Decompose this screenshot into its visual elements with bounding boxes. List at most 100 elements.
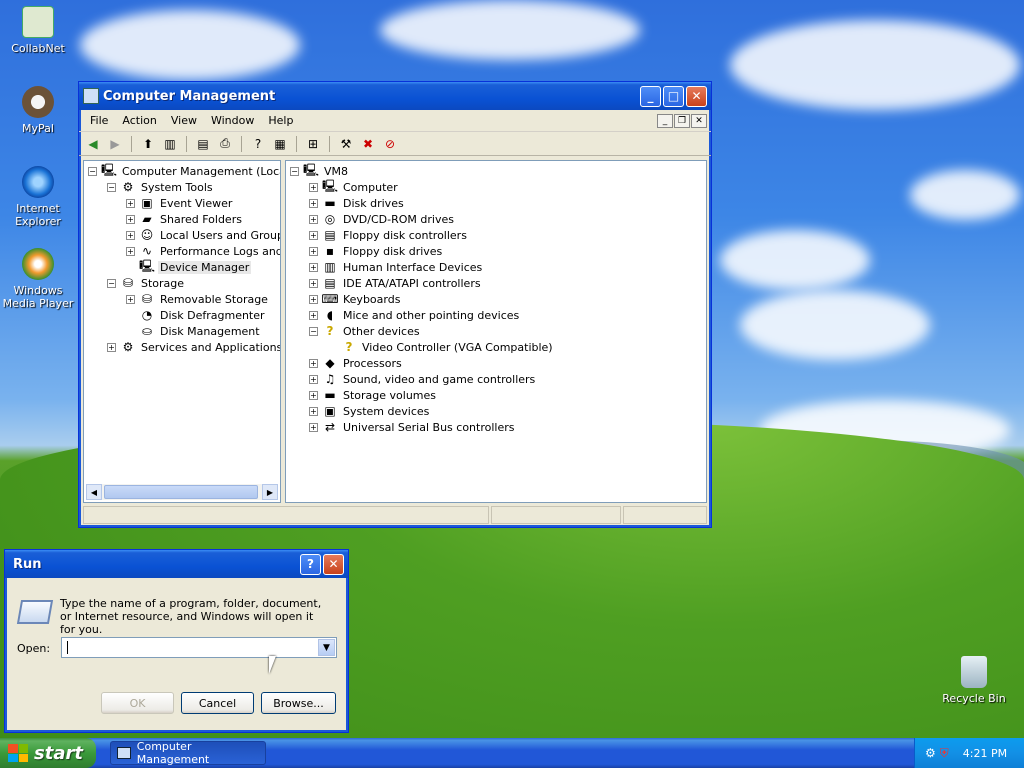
horizontal-scrollbar[interactable]: ◀ ▶ bbox=[86, 484, 278, 500]
expand-icon[interactable]: + bbox=[309, 246, 318, 256]
expand-icon[interactable]: + bbox=[309, 406, 318, 416]
expand-icon[interactable]: + bbox=[309, 422, 318, 432]
expand-icon[interactable]: + bbox=[309, 198, 318, 208]
tree-node[interactable]: + ▥ Human Interface Devices bbox=[290, 259, 555, 275]
tree-node[interactable]: −? Other devices bbox=[290, 323, 555, 339]
help-icon[interactable]: ? bbox=[248, 135, 268, 153]
print-icon[interactable]: ⎙ bbox=[215, 135, 235, 153]
desktop-icon-mypal[interactable]: MyPal bbox=[0, 86, 76, 135]
tree-node[interactable]: + ▣ System devices bbox=[290, 403, 555, 419]
expand-icon[interactable]: + bbox=[309, 294, 318, 304]
mdi-minimize-button[interactable]: _ bbox=[657, 113, 673, 128]
scan-hardware-icon[interactable]: ⊞ bbox=[303, 135, 323, 153]
expand-icon[interactable]: + bbox=[309, 262, 318, 272]
tree-node[interactable]: + ▬ Disk drives bbox=[290, 195, 555, 211]
tree-node[interactable]: ? Video Controller (VGA Compatible) bbox=[290, 339, 555, 355]
expand-icon[interactable]: + bbox=[126, 230, 135, 240]
tree-node[interactable]: + 🖳 Computer bbox=[290, 179, 555, 195]
open-combobox[interactable]: ▼ bbox=[61, 637, 337, 658]
clock[interactable]: 4:21 PM bbox=[963, 747, 1007, 760]
collapse-icon[interactable]: − bbox=[309, 326, 318, 336]
tree-node[interactable]: + ♫ Sound, video and game controllers bbox=[290, 371, 555, 387]
help-button[interactable]: ? bbox=[300, 553, 321, 575]
tree-node[interactable]: − ⚙ System Tools bbox=[88, 179, 280, 195]
run-titlebar[interactable]: Run ? ✕ bbox=[5, 550, 348, 578]
uninstall-icon[interactable]: ✖ bbox=[358, 135, 378, 153]
minimize-button[interactable]: _ bbox=[640, 85, 661, 107]
cm-titlebar[interactable]: Computer Management _ □ ✕ bbox=[79, 82, 711, 110]
expand-icon[interactable]: + bbox=[107, 342, 116, 352]
browse-button[interactable]: Browse... bbox=[261, 692, 336, 714]
ok-button[interactable]: OK bbox=[101, 692, 174, 714]
tree-node[interactable]: + ⌨ Keyboards bbox=[290, 291, 555, 307]
tree-node[interactable]: + ◎ DVD/CD-ROM drives bbox=[290, 211, 555, 227]
cancel-button[interactable]: Cancel bbox=[181, 692, 254, 714]
show-hide-action-pane-icon[interactable]: ▦ bbox=[270, 135, 290, 153]
tree-node[interactable]: ⛀ Disk Management bbox=[88, 323, 280, 339]
tree-node[interactable]: + ▤ Floppy disk controllers bbox=[290, 227, 555, 243]
taskbar-item-computer-management[interactable]: Computer Management bbox=[110, 740, 266, 766]
menu-window[interactable]: Window bbox=[204, 112, 261, 129]
start-button[interactable]: start bbox=[0, 738, 96, 768]
expand-icon[interactable]: + bbox=[309, 278, 318, 288]
close-button[interactable]: ✕ bbox=[686, 85, 707, 107]
collapse-icon[interactable]: − bbox=[107, 182, 116, 192]
tree-node[interactable]: + ◖ Mice and other pointing devices bbox=[290, 307, 555, 323]
mdi-restore-button[interactable]: ❐ bbox=[674, 113, 690, 128]
tree-node[interactable]: + ⛁ Removable Storage bbox=[88, 291, 280, 307]
expand-icon[interactable]: + bbox=[126, 246, 135, 256]
expand-icon[interactable]: + bbox=[309, 358, 318, 368]
expand-icon[interactable]: + bbox=[309, 230, 318, 240]
expand-icon[interactable]: + bbox=[126, 214, 135, 224]
tree-node[interactable]: + ▰ Shared Folders bbox=[88, 211, 280, 227]
update-driver-icon[interactable]: ⚒ bbox=[336, 135, 356, 153]
collapse-icon[interactable]: − bbox=[88, 166, 97, 176]
disable-device-icon[interactable]: ⊘ bbox=[380, 135, 400, 153]
tree-node[interactable]: + ▤ IDE ATA/ATAPI controllers bbox=[290, 275, 555, 291]
expand-icon[interactable]: + bbox=[126, 198, 135, 208]
expand-icon[interactable]: + bbox=[309, 214, 318, 224]
tree-node[interactable]: + ▪ Floppy disk drives bbox=[290, 243, 555, 259]
expand-icon[interactable]: + bbox=[309, 390, 318, 400]
tree-node[interactable]: − 🖳 Computer Management (Local) bbox=[88, 163, 280, 179]
expand-icon[interactable]: + bbox=[309, 310, 318, 320]
tree-node[interactable]: + ▣ Event Viewer bbox=[88, 195, 280, 211]
menu-view[interactable]: View bbox=[164, 112, 204, 129]
collapse-icon[interactable]: − bbox=[290, 166, 299, 176]
users-icon: ☺ bbox=[140, 228, 154, 242]
expand-icon[interactable]: + bbox=[309, 182, 318, 192]
tree-node[interactable]: +∿Performance Logs and Alerts bbox=[88, 243, 280, 259]
expand-icon[interactable]: + bbox=[126, 294, 135, 304]
tree-node[interactable]: + ⇄ Universal Serial Bus controllers bbox=[290, 419, 555, 435]
forward-icon[interactable]: ▶ bbox=[105, 135, 125, 153]
tree-node[interactable]: + ▬ Storage volumes bbox=[290, 387, 555, 403]
scroll-right-icon[interactable]: ▶ bbox=[262, 484, 278, 500]
back-icon[interactable]: ◀ bbox=[83, 135, 103, 153]
mdi-close-button[interactable]: ✕ bbox=[691, 113, 707, 128]
menu-file[interactable]: File bbox=[83, 112, 115, 129]
up-one-level-icon[interactable]: ⬆ bbox=[138, 135, 158, 153]
security-shield-icon[interactable]: ⛨ bbox=[940, 746, 949, 761]
desktop-icon-collabnet[interactable]: CollabNet bbox=[0, 6, 76, 55]
scroll-left-icon[interactable]: ◀ bbox=[86, 484, 102, 500]
collapse-icon[interactable]: − bbox=[107, 278, 116, 288]
properties-icon[interactable]: ▤ bbox=[193, 135, 213, 153]
desktop-icon-windows-media-player[interactable]: Windows Media Player bbox=[0, 248, 76, 310]
tree-node[interactable]: ◔ Disk Defragmenter bbox=[88, 307, 280, 323]
tree-node[interactable]: + ◆ Processors bbox=[290, 355, 555, 371]
menu-help[interactable]: Help bbox=[261, 112, 300, 129]
show-hide-console-tree-icon[interactable]: ▥ bbox=[160, 135, 180, 153]
dropdown-arrow-icon[interactable]: ▼ bbox=[318, 639, 335, 656]
network-icon[interactable]: ⚙ bbox=[925, 746, 936, 760]
tree-node[interactable]: + ☺ Local Users and Groups bbox=[88, 227, 280, 243]
desktop-icon-internet-explorer[interactable]: Internet Explorer bbox=[0, 166, 76, 228]
tree-node[interactable]: + ⚙ Services and Applications bbox=[88, 339, 280, 355]
expand-icon[interactable]: + bbox=[309, 374, 318, 384]
tree-node[interactable]: − ⛁ Storage bbox=[88, 275, 280, 291]
tree-node[interactable]: 🖳 Device Manager bbox=[88, 259, 280, 275]
scroll-thumb[interactable] bbox=[104, 485, 258, 499]
menu-action[interactable]: Action bbox=[115, 112, 163, 129]
maximize-button[interactable]: □ bbox=[663, 85, 684, 107]
close-button[interactable]: ✕ bbox=[323, 553, 344, 575]
desktop-icon-recycle-bin[interactable]: Recycle Bin bbox=[936, 656, 1012, 705]
